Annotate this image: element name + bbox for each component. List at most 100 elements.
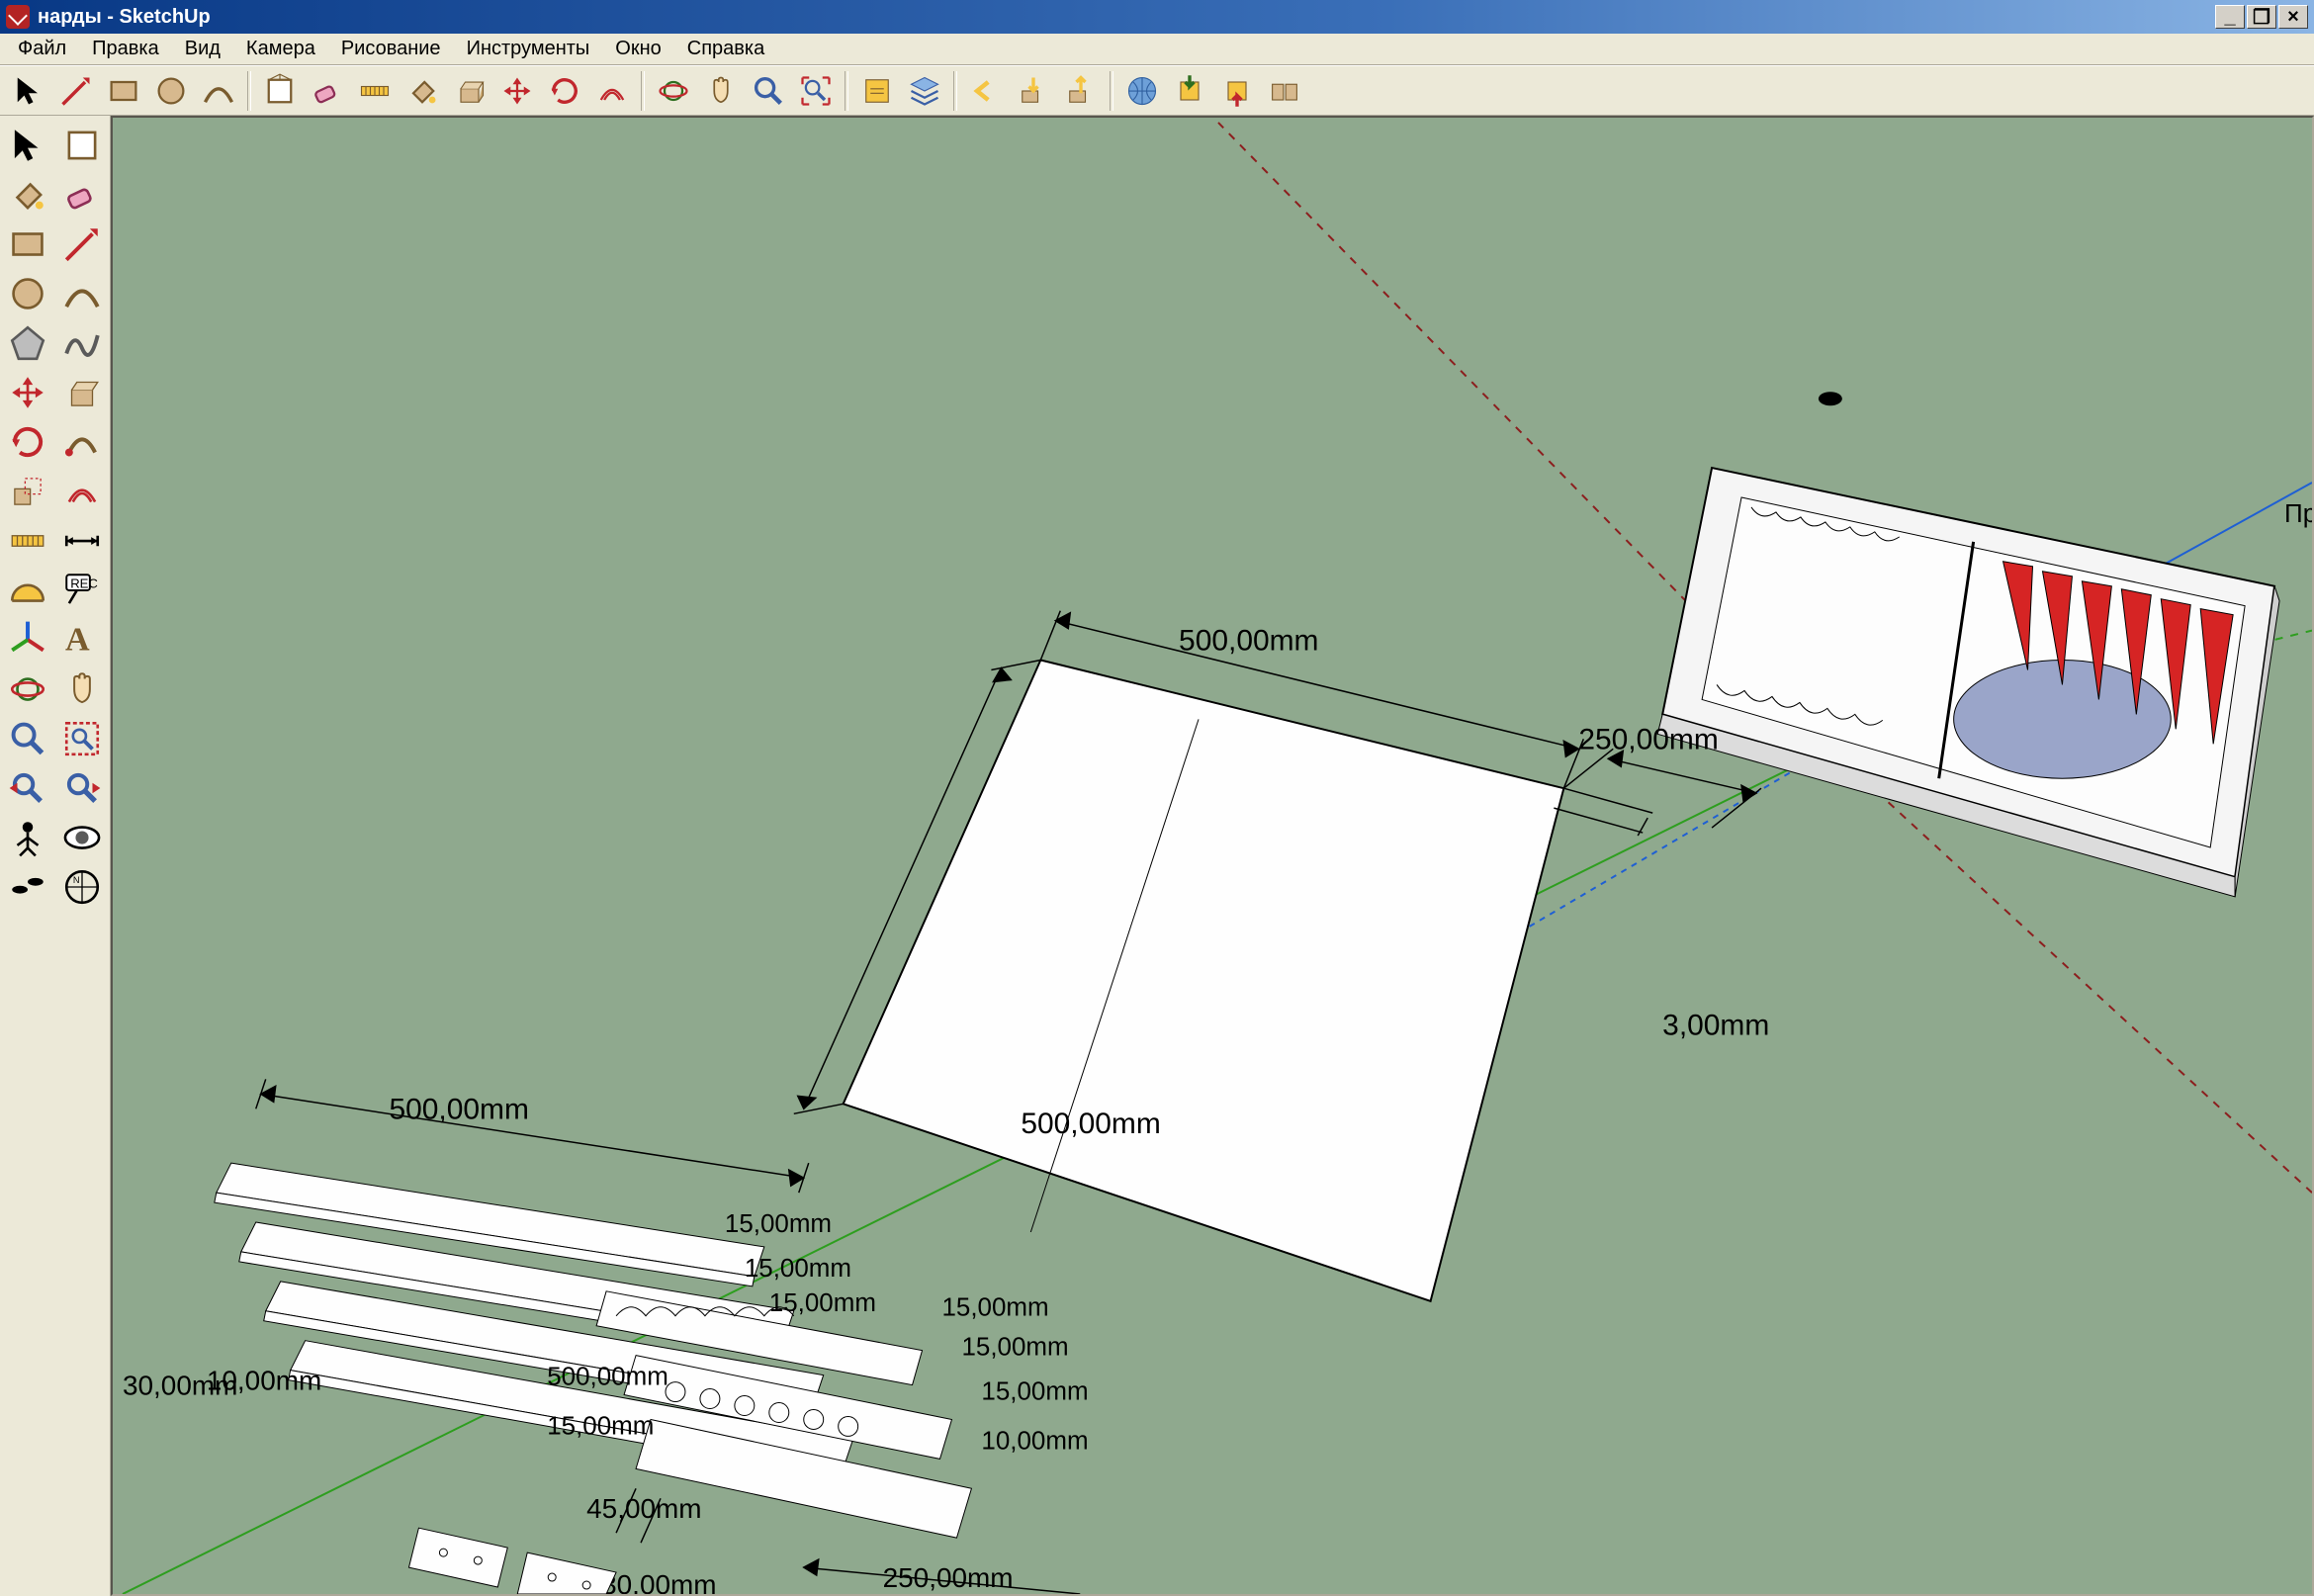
rectangle-icon[interactable] [2, 219, 53, 270]
toolbar-separator [641, 71, 645, 111]
make-component-icon[interactable] [56, 120, 108, 171]
menu-tools[interactable]: Инструменты [455, 34, 602, 64]
eraser-icon[interactable] [305, 68, 350, 114]
move-icon[interactable] [2, 367, 53, 418]
dimension-text: 250,00mm [1578, 723, 1718, 755]
axis-label: Пр [2284, 500, 2312, 528]
dimension-text: 500,00mm [1179, 625, 1318, 658]
dimension-icon[interactable] [56, 515, 108, 567]
position-camera-icon[interactable] [2, 812, 53, 863]
workspace: REC A N Пр [0, 116, 2314, 1596]
menu-help[interactable]: Справка [675, 34, 776, 64]
orbit-icon[interactable] [2, 664, 53, 715]
title-bar: нарды - SketchUp _ ❐ × [0, 0, 2314, 34]
dimension-text: 500,00mm [389, 1093, 528, 1125]
origin-marker [1819, 392, 1842, 405]
minimize-button[interactable]: _ [2215, 5, 2245, 29]
export-icon[interactable] [1011, 68, 1056, 114]
horizontal-toolbar [0, 65, 2314, 116]
zoom-extents-icon[interactable] [793, 68, 839, 114]
line-icon[interactable] [56, 219, 108, 270]
orbit-icon[interactable] [651, 68, 696, 114]
select-icon[interactable] [6, 68, 51, 114]
circle-icon[interactable] [2, 268, 53, 319]
previous-icon[interactable] [2, 762, 53, 814]
next-icon[interactable] [56, 762, 108, 814]
maximize-button[interactable]: ❐ [2247, 5, 2276, 29]
freehand-icon[interactable] [56, 317, 108, 369]
arc-icon[interactable] [56, 268, 108, 319]
offset-icon[interactable] [56, 466, 108, 517]
window-title: нарды - SketchUp [38, 6, 211, 29]
menu-camera[interactable]: Камера [234, 34, 327, 64]
zoom-icon[interactable] [746, 68, 791, 114]
components-icon[interactable] [1262, 68, 1307, 114]
offset-icon[interactable] [589, 68, 635, 114]
zoom-icon[interactable] [2, 713, 53, 764]
rectangle-icon[interactable] [101, 68, 146, 114]
follow-me-icon[interactable] [56, 416, 108, 468]
tape-measure-icon[interactable] [352, 68, 398, 114]
move-icon[interactable] [494, 68, 540, 114]
dimension-text: 15,00mm [769, 1289, 876, 1317]
menu-edit[interactable]: Правка [80, 34, 171, 64]
toolbar-separator [247, 71, 251, 111]
dimension-text: 15,00mm [961, 1334, 1068, 1362]
layers-icon[interactable] [902, 68, 947, 114]
tape-measure-icon[interactable] [2, 515, 53, 567]
dimension-text: 30,00mm [123, 1371, 237, 1401]
protractor-icon[interactable] [2, 565, 53, 616]
make-component-icon[interactable] [257, 68, 303, 114]
dimension-text: 15,00mm [547, 1412, 654, 1440]
look-around-icon[interactable] [56, 812, 108, 863]
import-icon[interactable] [1058, 68, 1104, 114]
dimension-text: 15,00mm [745, 1255, 851, 1283]
circle-icon[interactable] [148, 68, 194, 114]
paint-bucket-icon[interactable] [400, 68, 445, 114]
menu-file[interactable]: Файл [6, 34, 78, 64]
walk-icon[interactable] [2, 861, 53, 913]
download-model-icon[interactable] [1167, 68, 1212, 114]
text-icon[interactable]: REC [56, 565, 108, 616]
zoom-window-icon[interactable] [56, 713, 108, 764]
dimension-text: 15,00mm [941, 1294, 1048, 1322]
get-models-icon[interactable] [854, 68, 900, 114]
viewport[interactable]: Пр [111, 116, 2314, 1596]
rotate-icon[interactable] [542, 68, 587, 114]
arc-icon[interactable] [196, 68, 241, 114]
select-icon[interactable] [2, 120, 53, 171]
scale-icon[interactable] [2, 466, 53, 517]
svg-text:REC: REC [70, 576, 98, 590]
upload-model-icon[interactable] [1214, 68, 1260, 114]
menu-view[interactable]: Вид [173, 34, 232, 64]
menu-bar: Файл Правка Вид Камера Рисование Инструм… [0, 34, 2314, 65]
dimension-text: 500,00mm [547, 1364, 668, 1391]
svg-text:N: N [73, 875, 80, 885]
push-pull-icon[interactable] [447, 68, 492, 114]
section-plane-icon[interactable]: N [56, 861, 108, 913]
close-button[interactable]: × [2278, 5, 2308, 29]
scene-canvas[interactable]: Пр [113, 118, 2312, 1594]
paint-bucket-icon[interactable] [2, 169, 53, 221]
toolbar-separator [845, 71, 848, 111]
rotate-icon[interactable] [2, 416, 53, 468]
dimension-text: 500,00mm [1021, 1108, 1160, 1140]
push-pull-icon[interactable] [56, 367, 108, 418]
previous-view-icon[interactable] [963, 68, 1009, 114]
toolbar-separator [953, 71, 957, 111]
dimension-text: 10,00mm [981, 1427, 1088, 1455]
menu-window[interactable]: Окно [603, 34, 672, 64]
eraser-icon[interactable] [56, 169, 108, 221]
dimension-text: 15,00mm [725, 1210, 832, 1238]
menu-draw[interactable]: Рисование [329, 34, 453, 64]
axes-icon[interactable] [2, 614, 53, 665]
polygon-icon[interactable] [2, 317, 53, 369]
dimension-text: 45,00mm [586, 1493, 701, 1524]
line-icon[interactable] [53, 68, 99, 114]
dimension-text: 250,00mm [883, 1562, 1014, 1593]
globe-icon[interactable] [1119, 68, 1165, 114]
pan-icon[interactable] [698, 68, 744, 114]
pan-icon[interactable] [56, 664, 108, 715]
3d-text-icon[interactable]: A [56, 614, 108, 665]
toolbar-separator [1110, 71, 1113, 111]
